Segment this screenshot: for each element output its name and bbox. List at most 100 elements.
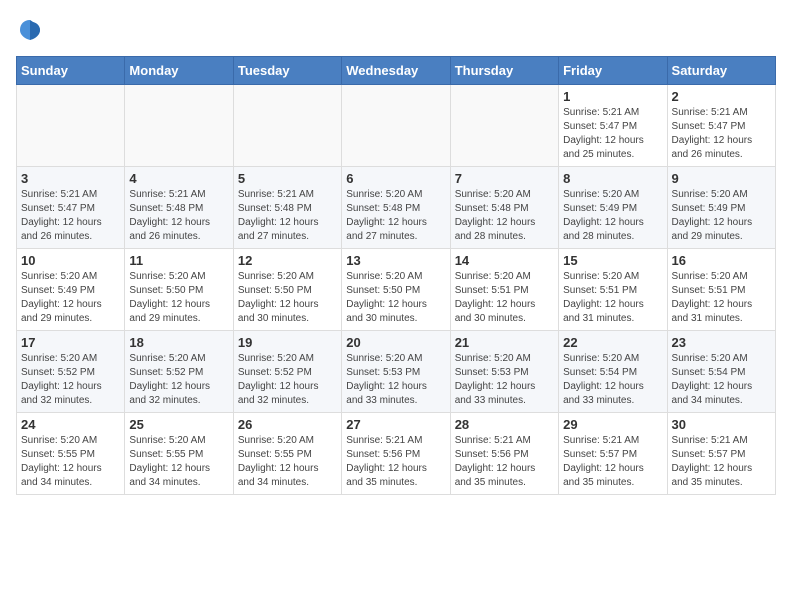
day-info: Sunrise: 5:21 AM Sunset: 5:47 PM Dayligh… <box>563 106 662 162</box>
day-info: Sunrise: 5:21 AM Sunset: 5:57 PM Dayligh… <box>672 434 771 490</box>
day-number: 5 <box>238 171 337 186</box>
calendar-cell: 30Sunrise: 5:21 AM Sunset: 5:57 PM Dayli… <box>667 413 775 495</box>
day-info: Sunrise: 5:20 AM Sunset: 5:49 PM Dayligh… <box>21 270 120 326</box>
header <box>16 16 776 44</box>
day-number: 29 <box>563 417 662 432</box>
calendar-cell: 1 Sunrise: 5:21 AM Sunset: 5:47 PM Daylig… <box>559 85 667 167</box>
day-number: 19 <box>238 335 337 350</box>
day-info: Sunrise: 5:20 AM Sunset: 5:55 PM Dayligh… <box>129 434 228 490</box>
week-row-0: 1 Sunrise: 5:21 AM Sunset: 5:47 PM Daylig… <box>17 85 776 167</box>
header-friday: Friday <box>559 57 667 85</box>
week-row-2: 10 Sunrise: 5:20 AM Sunset: 5:49 PM Dayli… <box>17 249 776 331</box>
day-number: 22 <box>563 335 662 350</box>
calendar-cell: 12Sunrise: 5:20 AM Sunset: 5:50 PM Dayli… <box>233 249 341 331</box>
day-number: 17 <box>21 335 120 350</box>
calendar-cell: 15 Sunrise: 5:20 AM Sunset: 5:51 PM Dayli… <box>559 249 667 331</box>
day-info: Sunrise: 5:20 AM Sunset: 5:54 PM Dayligh… <box>563 352 662 408</box>
calendar-cell: 4 Sunrise: 5:21 AM Sunset: 5:48 PM Daylig… <box>125 167 233 249</box>
calendar-cell: 7 Sunrise: 5:20 AM Sunset: 5:48 PM Daylig… <box>450 167 558 249</box>
day-number: 21 <box>455 335 554 350</box>
day-number: 13 <box>346 253 445 268</box>
calendar-body: 1 Sunrise: 5:21 AM Sunset: 5:47 PM Daylig… <box>17 85 776 495</box>
calendar-cell: 28 Sunrise: 5:21 AM Sunset: 5:56 PM Dayli… <box>450 413 558 495</box>
calendar-cell: 23 Sunrise: 5:20 AM Sunset: 5:54 PM Dayli… <box>667 331 775 413</box>
day-number: 25 <box>129 417 228 432</box>
calendar-cell: 3Sunrise: 5:21 AM Sunset: 5:47 PM Daylig… <box>17 167 125 249</box>
calendar-cell: 24 Sunrise: 5:20 AM Sunset: 5:55 PM Dayli… <box>17 413 125 495</box>
calendar-cell: 27Sunrise: 5:21 AM Sunset: 5:56 PM Dayli… <box>342 413 450 495</box>
calendar-cell: 5 Sunrise: 5:21 AM Sunset: 5:48 PM Daylig… <box>233 167 341 249</box>
day-info: Sunrise: 5:20 AM Sunset: 5:54 PM Dayligh… <box>672 352 771 408</box>
calendar-cell <box>450 85 558 167</box>
header-sunday: Sunday <box>17 57 125 85</box>
calendar-cell: 14 Sunrise: 5:20 AM Sunset: 5:51 PM Dayli… <box>450 249 558 331</box>
calendar-cell: 25 Sunrise: 5:20 AM Sunset: 5:55 PM Dayli… <box>125 413 233 495</box>
day-info: Sunrise: 5:21 AM Sunset: 5:56 PM Dayligh… <box>455 434 554 490</box>
calendar-cell: 6Sunrise: 5:20 AM Sunset: 5:48 PM Daylig… <box>342 167 450 249</box>
day-info: Sunrise: 5:20 AM Sunset: 5:51 PM Dayligh… <box>672 270 771 326</box>
day-info: Sunrise: 5:20 AM Sunset: 5:53 PM Dayligh… <box>455 352 554 408</box>
day-number: 24 <box>21 417 120 432</box>
day-info: Sunrise: 5:20 AM Sunset: 5:55 PM Dayligh… <box>21 434 120 490</box>
day-info: Sunrise: 5:20 AM Sunset: 5:52 PM Dayligh… <box>21 352 120 408</box>
calendar-cell: 16 Sunrise: 5:20 AM Sunset: 5:51 PM Dayli… <box>667 249 775 331</box>
day-number: 28 <box>455 417 554 432</box>
day-number: 18 <box>129 335 228 350</box>
header-monday: Monday <box>125 57 233 85</box>
header-tuesday: Tuesday <box>233 57 341 85</box>
day-info: Sunrise: 5:20 AM Sunset: 5:53 PM Dayligh… <box>346 352 445 408</box>
day-info: Sunrise: 5:20 AM Sunset: 5:49 PM Dayligh… <box>563 188 662 244</box>
day-info: Sunrise: 5:20 AM Sunset: 5:51 PM Dayligh… <box>563 270 662 326</box>
week-row-4: 24 Sunrise: 5:20 AM Sunset: 5:55 PM Dayli… <box>17 413 776 495</box>
day-number: 26 <box>238 417 337 432</box>
day-info: Sunrise: 5:20 AM Sunset: 5:51 PM Dayligh… <box>455 270 554 326</box>
day-info: Sunrise: 5:20 AM Sunset: 5:52 PM Dayligh… <box>238 352 337 408</box>
day-number: 6 <box>346 171 445 186</box>
header-saturday: Saturday <box>667 57 775 85</box>
calendar-cell: 26Sunrise: 5:20 AM Sunset: 5:55 PM Dayli… <box>233 413 341 495</box>
week-row-1: 3Sunrise: 5:21 AM Sunset: 5:47 PM Daylig… <box>17 167 776 249</box>
day-number: 14 <box>455 253 554 268</box>
day-number: 1 <box>563 89 662 104</box>
calendar-table: SundayMondayTuesdayWednesdayThursdayFrid… <box>16 56 776 495</box>
calendar-cell: 2 Sunrise: 5:21 AM Sunset: 5:47 PM Daylig… <box>667 85 775 167</box>
day-number: 2 <box>672 89 771 104</box>
day-number: 20 <box>346 335 445 350</box>
calendar-cell: 21 Sunrise: 5:20 AM Sunset: 5:53 PM Dayli… <box>450 331 558 413</box>
day-number: 16 <box>672 253 771 268</box>
calendar-cell <box>342 85 450 167</box>
day-info: Sunrise: 5:21 AM Sunset: 5:57 PM Dayligh… <box>563 434 662 490</box>
calendar-cell: 17 Sunrise: 5:20 AM Sunset: 5:52 PM Dayli… <box>17 331 125 413</box>
day-number: 7 <box>455 171 554 186</box>
calendar-cell <box>125 85 233 167</box>
day-info: Sunrise: 5:20 AM Sunset: 5:48 PM Dayligh… <box>455 188 554 244</box>
day-number: 15 <box>563 253 662 268</box>
logo-icon <box>16 16 44 44</box>
day-info: Sunrise: 5:20 AM Sunset: 5:50 PM Dayligh… <box>129 270 228 326</box>
calendar-cell: 10 Sunrise: 5:20 AM Sunset: 5:49 PM Dayli… <box>17 249 125 331</box>
day-number: 12 <box>238 253 337 268</box>
logo <box>16 16 48 44</box>
calendar-cell: 13 Sunrise: 5:20 AM Sunset: 5:50 PM Dayli… <box>342 249 450 331</box>
day-info: Sunrise: 5:20 AM Sunset: 5:49 PM Dayligh… <box>672 188 771 244</box>
page-container: SundayMondayTuesdayWednesdayThursdayFrid… <box>0 0 792 503</box>
day-number: 9 <box>672 171 771 186</box>
calendar-cell: 9 Sunrise: 5:20 AM Sunset: 5:49 PM Daylig… <box>667 167 775 249</box>
day-number: 4 <box>129 171 228 186</box>
day-info: Sunrise: 5:21 AM Sunset: 5:47 PM Dayligh… <box>672 106 771 162</box>
calendar-cell: 8 Sunrise: 5:20 AM Sunset: 5:49 PM Daylig… <box>559 167 667 249</box>
day-number: 11 <box>129 253 228 268</box>
day-info: Sunrise: 5:21 AM Sunset: 5:48 PM Dayligh… <box>238 188 337 244</box>
calendar-header: SundayMondayTuesdayWednesdayThursdayFrid… <box>17 57 776 85</box>
day-number: 10 <box>21 253 120 268</box>
calendar-cell <box>17 85 125 167</box>
calendar-cell: 22 Sunrise: 5:20 AM Sunset: 5:54 PM Dayli… <box>559 331 667 413</box>
day-info: Sunrise: 5:21 AM Sunset: 5:47 PM Dayligh… <box>21 188 120 244</box>
header-row: SundayMondayTuesdayWednesdayThursdayFrid… <box>17 57 776 85</box>
day-info: Sunrise: 5:21 AM Sunset: 5:56 PM Dayligh… <box>346 434 445 490</box>
calendar-cell <box>233 85 341 167</box>
day-info: Sunrise: 5:21 AM Sunset: 5:48 PM Dayligh… <box>129 188 228 244</box>
day-info: Sunrise: 5:20 AM Sunset: 5:50 PM Dayligh… <box>346 270 445 326</box>
day-number: 23 <box>672 335 771 350</box>
day-number: 8 <box>563 171 662 186</box>
